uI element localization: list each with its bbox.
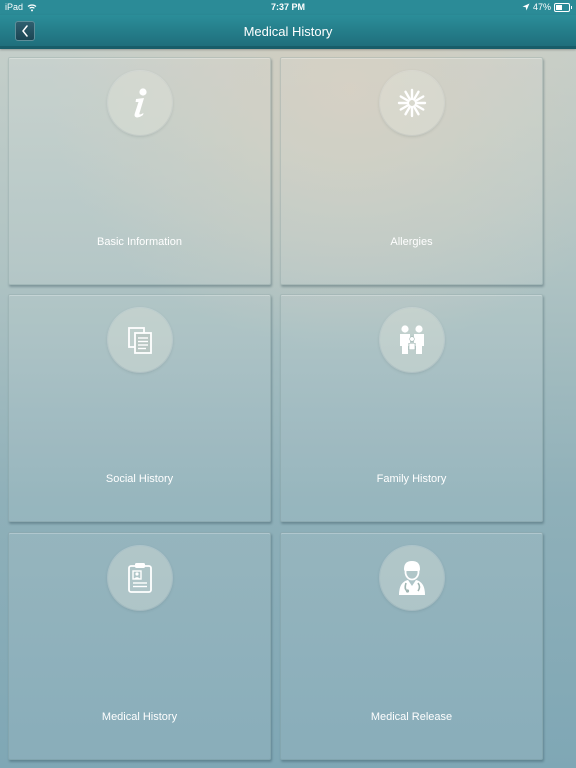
tile-family-history[interactable]: Family History bbox=[280, 294, 543, 522]
tile-label: Allergies bbox=[390, 236, 433, 248]
tile-medical-release[interactable]: Medical Release bbox=[280, 532, 543, 760]
tile-icon-circle bbox=[108, 308, 172, 372]
menu-grid: Basic Information Allergies Social Histo… bbox=[0, 0, 576, 768]
tile-basic-information[interactable]: Basic Information bbox=[8, 57, 271, 285]
tile-icon-circle bbox=[380, 546, 444, 610]
tile-label: Social History bbox=[105, 473, 174, 485]
tile-label: Family History bbox=[376, 473, 447, 485]
allergy-burst-icon bbox=[397, 88, 427, 118]
tile-icon-circle bbox=[108, 546, 172, 610]
tile-icon-circle bbox=[108, 71, 172, 135]
family-icon bbox=[400, 325, 424, 354]
info-icon bbox=[134, 88, 147, 118]
tile-medical-history[interactable]: Medical History bbox=[8, 532, 271, 760]
tile-icon-circle bbox=[380, 308, 444, 372]
tile-label: Medical Release bbox=[370, 711, 453, 723]
documents-icon bbox=[128, 327, 152, 354]
doctor-icon bbox=[399, 561, 425, 595]
tile-label: Medical History bbox=[101, 711, 178, 723]
clipboard-profile-icon bbox=[128, 563, 152, 593]
tile-social-history[interactable]: Social History bbox=[8, 294, 271, 522]
tile-icon-circle bbox=[380, 71, 444, 135]
tile-label: Basic Information bbox=[97, 236, 182, 248]
tile-allergies[interactable]: Allergies bbox=[280, 57, 543, 285]
